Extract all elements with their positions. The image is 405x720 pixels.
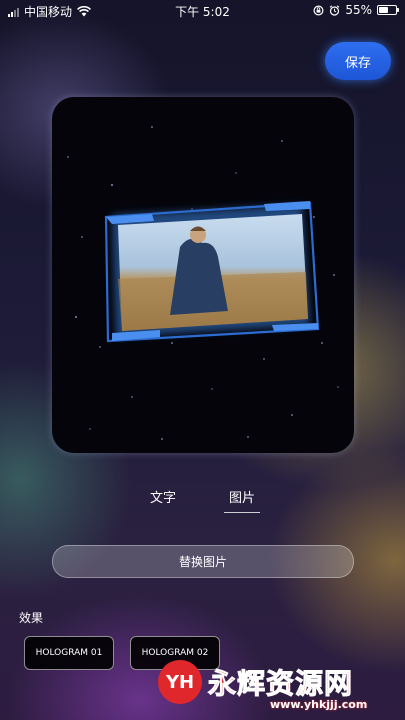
photo-hologram: [118, 214, 308, 331]
hologram-preview: [52, 97, 354, 453]
battery-fill: [379, 7, 388, 13]
battery-icon: [377, 5, 399, 15]
hologram-preview-canvas: [67, 126, 339, 440]
alarm-icon: [329, 4, 340, 16]
save-button[interactable]: 保存: [325, 42, 391, 80]
replace-image-button[interactable]: 替换图片: [52, 545, 354, 578]
effects-label: 效果: [19, 611, 44, 625]
effect-hologram-01[interactable]: HOLOGRAM 01: [24, 636, 114, 670]
tab-image[interactable]: 图片: [229, 487, 255, 506]
tab-text[interactable]: 文字: [150, 487, 176, 506]
watermark-url: www.yhkjjj.com: [270, 698, 368, 711]
tab-bar: 文字 图片: [0, 487, 405, 517]
tab-selected-indicator: [224, 512, 260, 513]
status-bar: 中国移动 下午 5:02 55%: [0, 0, 405, 22]
battery-percent: 55%: [345, 3, 372, 17]
watermark-logo: YH: [158, 660, 202, 704]
status-right: 55%: [313, 3, 399, 17]
orientation-lock-icon: [313, 4, 324, 16]
watermark: YH 永辉资源网 www.yhkjjj.com: [158, 658, 404, 718]
watermark-title: 永辉资源网: [207, 667, 354, 701]
